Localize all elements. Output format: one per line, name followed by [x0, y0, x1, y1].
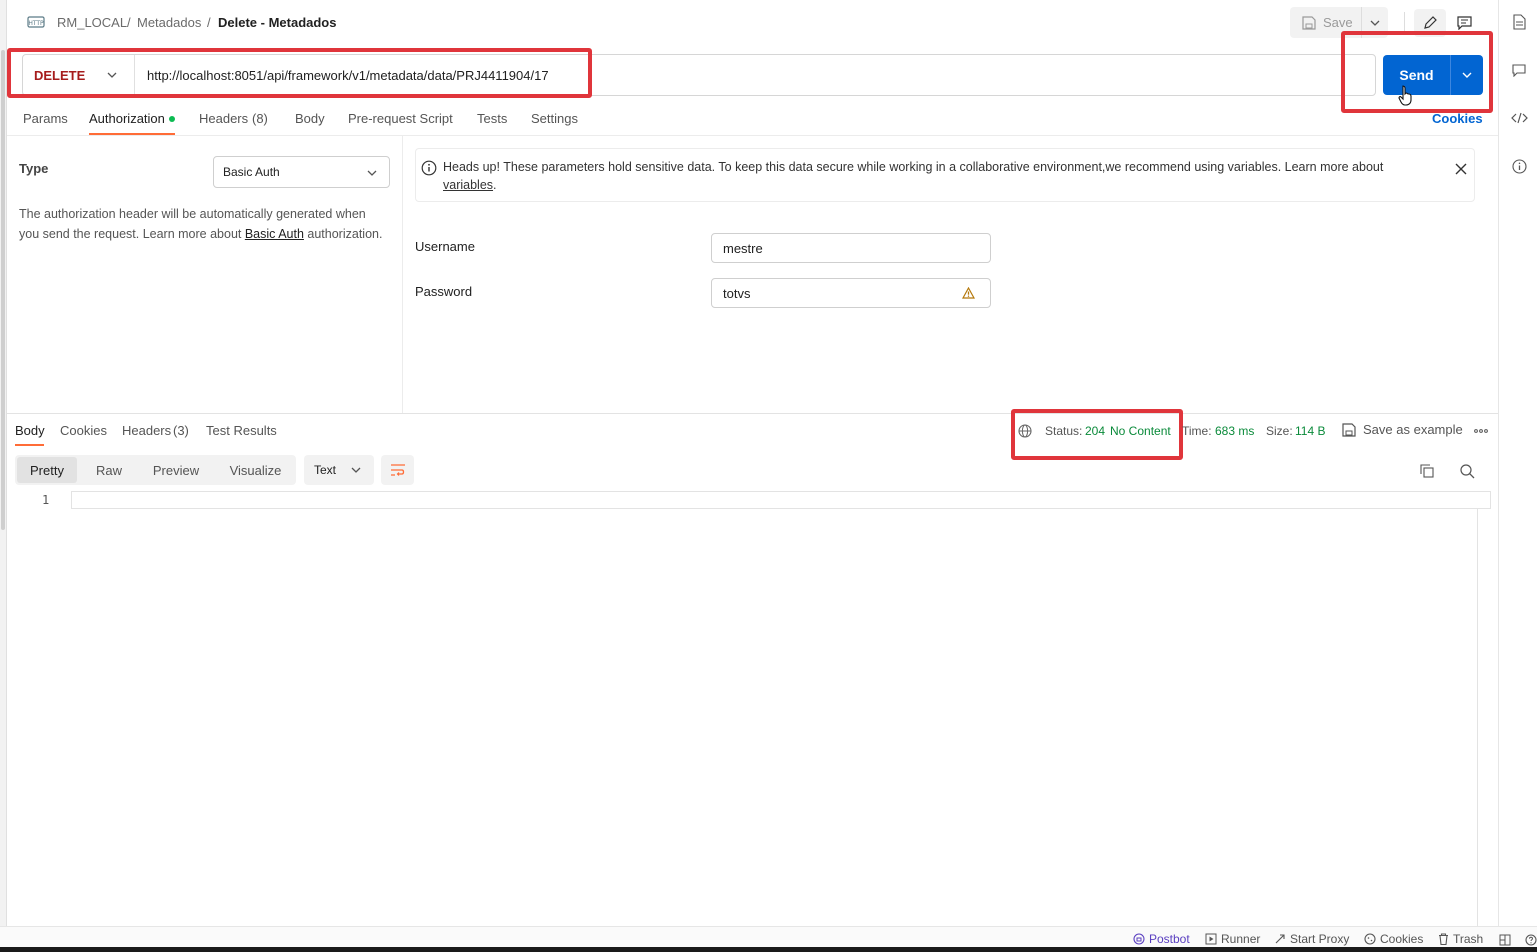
breadcrumb-separator: / [207, 15, 211, 30]
copy-icon[interactable] [1418, 462, 1436, 480]
view-preview[interactable]: Preview [146, 455, 206, 485]
tab-params[interactable]: Params [23, 111, 68, 126]
save-as-example-label: Save as example [1363, 422, 1463, 437]
auth-pane-divider [402, 136, 403, 413]
save-as-example-button[interactable]: Save as example [1342, 422, 1463, 437]
resp-tab-test-results[interactable]: Test Results [206, 423, 277, 438]
breadcrumb-separator: / [127, 15, 131, 30]
footer-cookies-button[interactable]: Cookies [1364, 932, 1423, 946]
breadcrumb-workspace[interactable]: RM_LOCAL [57, 15, 127, 30]
trash-icon [1438, 933, 1449, 945]
wrap-lines-icon[interactable] [381, 455, 414, 485]
sensitive-data-banner: Heads up! These parameters hold sensitiv… [415, 148, 1475, 202]
editor-scrollbar[interactable] [1477, 508, 1478, 926]
save-icon [1342, 422, 1356, 437]
tab-body[interactable]: Body [295, 111, 325, 126]
view-mode-group: Pretty Raw Preview Visualize [15, 455, 296, 485]
tab-tests[interactable]: Tests [477, 111, 507, 126]
type-label: Type [19, 161, 49, 176]
trash-label: Trash [1453, 932, 1484, 946]
headers-count: (8) [252, 111, 268, 126]
tabs-divider [7, 135, 1498, 136]
save-icon [1302, 15, 1316, 30]
auth-type-select[interactable]: Basic Auth [213, 156, 390, 188]
postbot-button[interactable]: Postbot [1133, 932, 1190, 946]
documentation-icon[interactable] [1511, 13, 1527, 31]
format-value: Text [314, 463, 337, 477]
resp-tab-headers[interactable]: Headers [122, 423, 171, 438]
view-pretty[interactable]: Pretty [17, 457, 77, 483]
basic-auth-link[interactable]: Basic Auth [245, 227, 304, 241]
warning-icon[interactable] [962, 287, 975, 299]
chevron-down-icon [351, 467, 361, 473]
highlight-url-box [7, 48, 592, 98]
highlight-send-box [1341, 31, 1493, 113]
runner-label: Runner [1221, 932, 1261, 946]
banner-message: Heads up! These parameters hold sensitiv… [443, 158, 1433, 194]
size-value[interactable]: 114 B [1295, 424, 1325, 438]
tab-authorization[interactable]: Authorization [89, 111, 165, 126]
tab-pre-request-script[interactable]: Pre-request Script [348, 111, 453, 126]
http-request-icon: HTTP [27, 14, 45, 30]
response-editor[interactable] [71, 491, 1491, 509]
layout-toggle-icon[interactable] [1498, 933, 1512, 947]
resp-tab-cookies[interactable]: Cookies [60, 423, 107, 438]
password-label: Password [415, 284, 473, 299]
username-input[interactable] [723, 240, 943, 257]
request-title[interactable]: Delete - Metadados [218, 15, 336, 30]
tab-headers[interactable]: Headers [199, 111, 248, 126]
auth-help-suffix: authorization. [303, 227, 383, 241]
username-label: Username [415, 239, 475, 254]
breadcrumb-collection[interactable]: Metadados [137, 15, 201, 30]
active-tab-indicator [15, 444, 44, 446]
code-icon[interactable] [1510, 110, 1528, 126]
close-icon[interactable] [1452, 160, 1470, 178]
banner-body: Heads up! These parameters hold sensitiv… [443, 160, 1384, 174]
chevron-down-icon [367, 170, 377, 176]
postbot-icon [1133, 933, 1145, 945]
size-label: Size: [1266, 424, 1293, 438]
auth-type-value: Basic Auth [223, 165, 280, 179]
highlight-status-box [1011, 409, 1183, 460]
format-select[interactable]: Text [304, 455, 374, 485]
resp-tab-body[interactable]: Body [15, 423, 45, 438]
resp-headers-count: (3) [173, 423, 189, 438]
cookie-icon [1364, 933, 1376, 945]
auth-active-dot [169, 116, 175, 122]
start-proxy-label: Start Proxy [1290, 932, 1350, 946]
tab-settings[interactable]: Settings [531, 111, 578, 126]
view-visualize[interactable]: Visualize [223, 455, 288, 485]
line-number: 1 [42, 493, 50, 507]
save-label: Save [1323, 15, 1353, 30]
response-divider [7, 413, 1498, 414]
trash-button[interactable]: Trash [1438, 932, 1483, 946]
password-field[interactable] [711, 278, 991, 308]
username-field[interactable] [711, 233, 991, 263]
comments-icon[interactable] [1511, 62, 1527, 78]
more-options-icon[interactable] [1474, 429, 1488, 433]
info-icon[interactable] [1511, 158, 1527, 174]
password-input[interactable] [723, 285, 943, 302]
help-icon[interactable] [1524, 933, 1537, 947]
proxy-icon [1274, 933, 1286, 945]
time-label: Time: [1182, 424, 1212, 438]
search-icon[interactable] [1458, 462, 1476, 480]
start-proxy-button[interactable]: Start Proxy [1274, 932, 1349, 946]
window-bottom-edge [0, 947, 1537, 952]
info-icon [421, 160, 437, 176]
view-raw[interactable]: Raw [89, 455, 129, 485]
variables-link[interactable]: variables [443, 178, 493, 192]
right-sidebar [1498, 0, 1537, 926]
runner-icon [1205, 933, 1217, 945]
postbot-label: Postbot [1149, 932, 1190, 946]
banner-suffix: . [493, 178, 497, 192]
svg-text:HTTP: HTTP [28, 20, 44, 27]
left-scrollbar-thumb[interactable] [1, 50, 5, 530]
cookies-label: Cookies [1380, 932, 1424, 946]
auth-help-text: The authorization header will be automat… [19, 204, 389, 244]
cookies-link[interactable]: Cookies [1432, 111, 1483, 126]
time-value[interactable]: 683 ms [1215, 424, 1254, 438]
runner-button[interactable]: Runner [1205, 932, 1260, 946]
